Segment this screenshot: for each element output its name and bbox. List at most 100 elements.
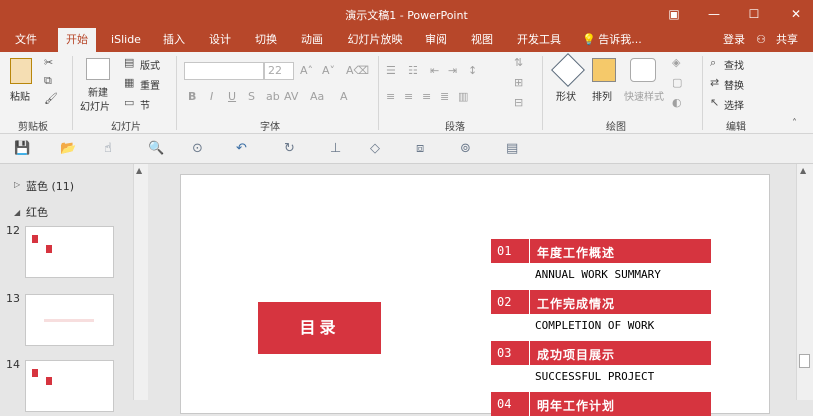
tab-transitions[interactable]: 切换 [248,28,284,52]
reset-button[interactable]: 重置 [140,77,160,92]
close-button[interactable]: ✕ [782,4,810,24]
shapes-button[interactable]: 形状 [556,88,576,103]
toc-item-bar[interactable]: 01 年度工作概述 [491,239,711,263]
justify-icon[interactable]: ≣ [440,90,449,103]
new-slide-label-2[interactable]: 幻灯片 [80,98,110,113]
tab-animations[interactable]: 动画 [294,28,330,52]
numbering-icon[interactable]: ☷ [408,64,418,77]
print-preview-icon[interactable]: 🔍 [148,141,164,156]
new-slide-label-1[interactable]: 新建 [88,84,108,99]
open-folder-icon[interactable]: 📂 [60,141,76,156]
columns-icon[interactable]: ▥ [458,90,468,103]
editor-scrollbar[interactable]: ▲ [796,164,813,400]
collapse-ribbon-icon[interactable]: ˄ [792,118,797,129]
bold-button[interactable]: B [188,90,196,103]
tab-insert[interactable]: 插入 [156,28,192,52]
tab-home[interactable]: 开始 [58,28,96,52]
scroll-up-icon[interactable]: ▲ [136,166,142,175]
redo-icon[interactable]: ↻ [284,141,295,156]
tab-islide[interactable]: iSlide [106,28,146,52]
copy-icon[interactable]: ⧉ [44,74,52,88]
layout-button[interactable]: 版式 [140,57,160,72]
indent-decrease-icon[interactable]: ⇤ [430,64,439,77]
align-left-icon[interactable]: ≡ [386,90,395,103]
toc-title-box[interactable]: 目录 [258,302,381,354]
scroll-up-icon[interactable]: ▲ [800,166,806,175]
change-case-icon[interactable]: Aa [310,90,324,103]
bullets-icon[interactable]: ☰ [386,64,396,77]
smartart-icon[interactable]: ⊟ [514,96,523,109]
shape-effects-icon[interactable]: ◐ [672,96,682,109]
tell-me-search[interactable]: 告诉我... [598,28,642,52]
italic-button[interactable]: I [210,90,213,103]
toc-item-bar[interactable]: 04 明年工作计划 [491,392,711,416]
decrease-font-icon[interactable]: A˅ [322,64,335,77]
slide-thumbnail[interactable] [25,294,114,346]
underline-button[interactable]: U [228,90,236,103]
presenter-icon[interactable]: ⊙ [192,141,203,156]
font-size-input[interactable]: 22 [264,62,294,80]
char-spacing2-icon[interactable]: AV [284,90,298,103]
font-color-icon[interactable]: A [340,90,348,103]
textbox-icon[interactable]: ▤ [506,141,518,156]
line-spacing-icon[interactable]: ↕ [468,64,477,77]
select-button[interactable]: 选择 [724,97,744,112]
paste-button-label[interactable]: 粘贴 [10,88,30,103]
shape-outline-icon[interactable]: ▢ [672,76,682,89]
toc-item-subtitle[interactable]: SUCCESSFUL PROJECT [535,370,654,383]
maximize-button[interactable]: ☐ [740,4,768,24]
text-direction-icon[interactable]: ⇅ [514,56,523,69]
format-painter-icon[interactable]: 🖌 [44,92,58,105]
collapse-section-icon[interactable]: ◢ [14,208,20,217]
slide-thumbnail[interactable] [25,360,114,412]
tab-design[interactable]: 设计 [202,28,238,52]
indent-increase-icon[interactable]: ⇥ [448,64,457,77]
merge-shapes-icon[interactable]: ⊚ [460,141,471,156]
slides-panel-scrollbar[interactable]: ▲ [133,164,148,400]
section-button[interactable]: 节 [140,97,150,112]
paste-icon[interactable] [10,58,32,84]
quick-styles-icon[interactable] [630,58,656,82]
strikethrough-button[interactable]: S [248,90,255,103]
toc-item-bar[interactable]: 03 成功项目展示 [491,341,711,365]
toc-item-subtitle[interactable]: COMPLETION OF WORK [535,319,654,332]
ribbon-display-button[interactable]: ▣ [660,4,688,24]
section-blue[interactable]: 蓝色 (11) [26,178,74,194]
minimize-button[interactable]: — [700,4,728,24]
clear-format-icon[interactable]: A⌫ [346,64,369,77]
save-icon[interactable]: 💾 [14,141,30,156]
touch-mode-icon[interactable]: ☝ [104,141,112,156]
toc-item-subtitle[interactable]: ANNUAL WORK SUMMARY [535,268,661,281]
new-slide-icon[interactable] [86,58,110,80]
tab-slideshow[interactable]: 幻灯片放映 [340,28,410,52]
sign-in-button[interactable]: 登录 [716,28,752,52]
find-button[interactable]: 查找 [724,57,744,72]
expand-section-icon[interactable]: ▷ [14,180,20,189]
tab-file[interactable]: 文件 [8,28,44,52]
arrange-icon[interactable] [592,58,616,82]
toc-item-bar[interactable]: 02 工作完成情况 [491,290,711,314]
scroll-thumb[interactable] [799,354,810,368]
align-objects-icon[interactable]: ⊥ [330,141,341,156]
undo-icon[interactable]: ↶ [236,141,247,156]
align-right-icon[interactable]: ≡ [422,90,431,103]
align-center-icon[interactable]: ≡ [404,90,413,103]
tab-review[interactable]: 审阅 [418,28,454,52]
quick-styles-button[interactable]: 快速样式 [624,88,664,103]
font-name-input[interactable] [184,62,264,80]
char-spacing-icon[interactable]: ab [266,90,280,103]
shapes-icon[interactable] [551,53,585,87]
replace-button[interactable]: 替换 [724,77,744,92]
cut-icon[interactable]: ✂ [44,56,53,69]
section-red[interactable]: 红色 [26,204,48,220]
arrange-button[interactable]: 排列 [592,88,612,103]
shape-dropdown-icon[interactable]: ◇ [370,141,380,156]
slide-thumbnail[interactable] [25,226,114,278]
group-icon[interactable]: ⧈ [416,141,424,156]
tab-view[interactable]: 视图 [464,28,500,52]
increase-font-icon[interactable]: A˄ [300,64,313,77]
shape-fill-icon[interactable]: ◈ [672,56,680,69]
share-button[interactable]: 共享 [770,28,804,52]
align-text-icon[interactable]: ⊞ [514,76,523,89]
tab-developer[interactable]: 开发工具 [510,28,568,52]
